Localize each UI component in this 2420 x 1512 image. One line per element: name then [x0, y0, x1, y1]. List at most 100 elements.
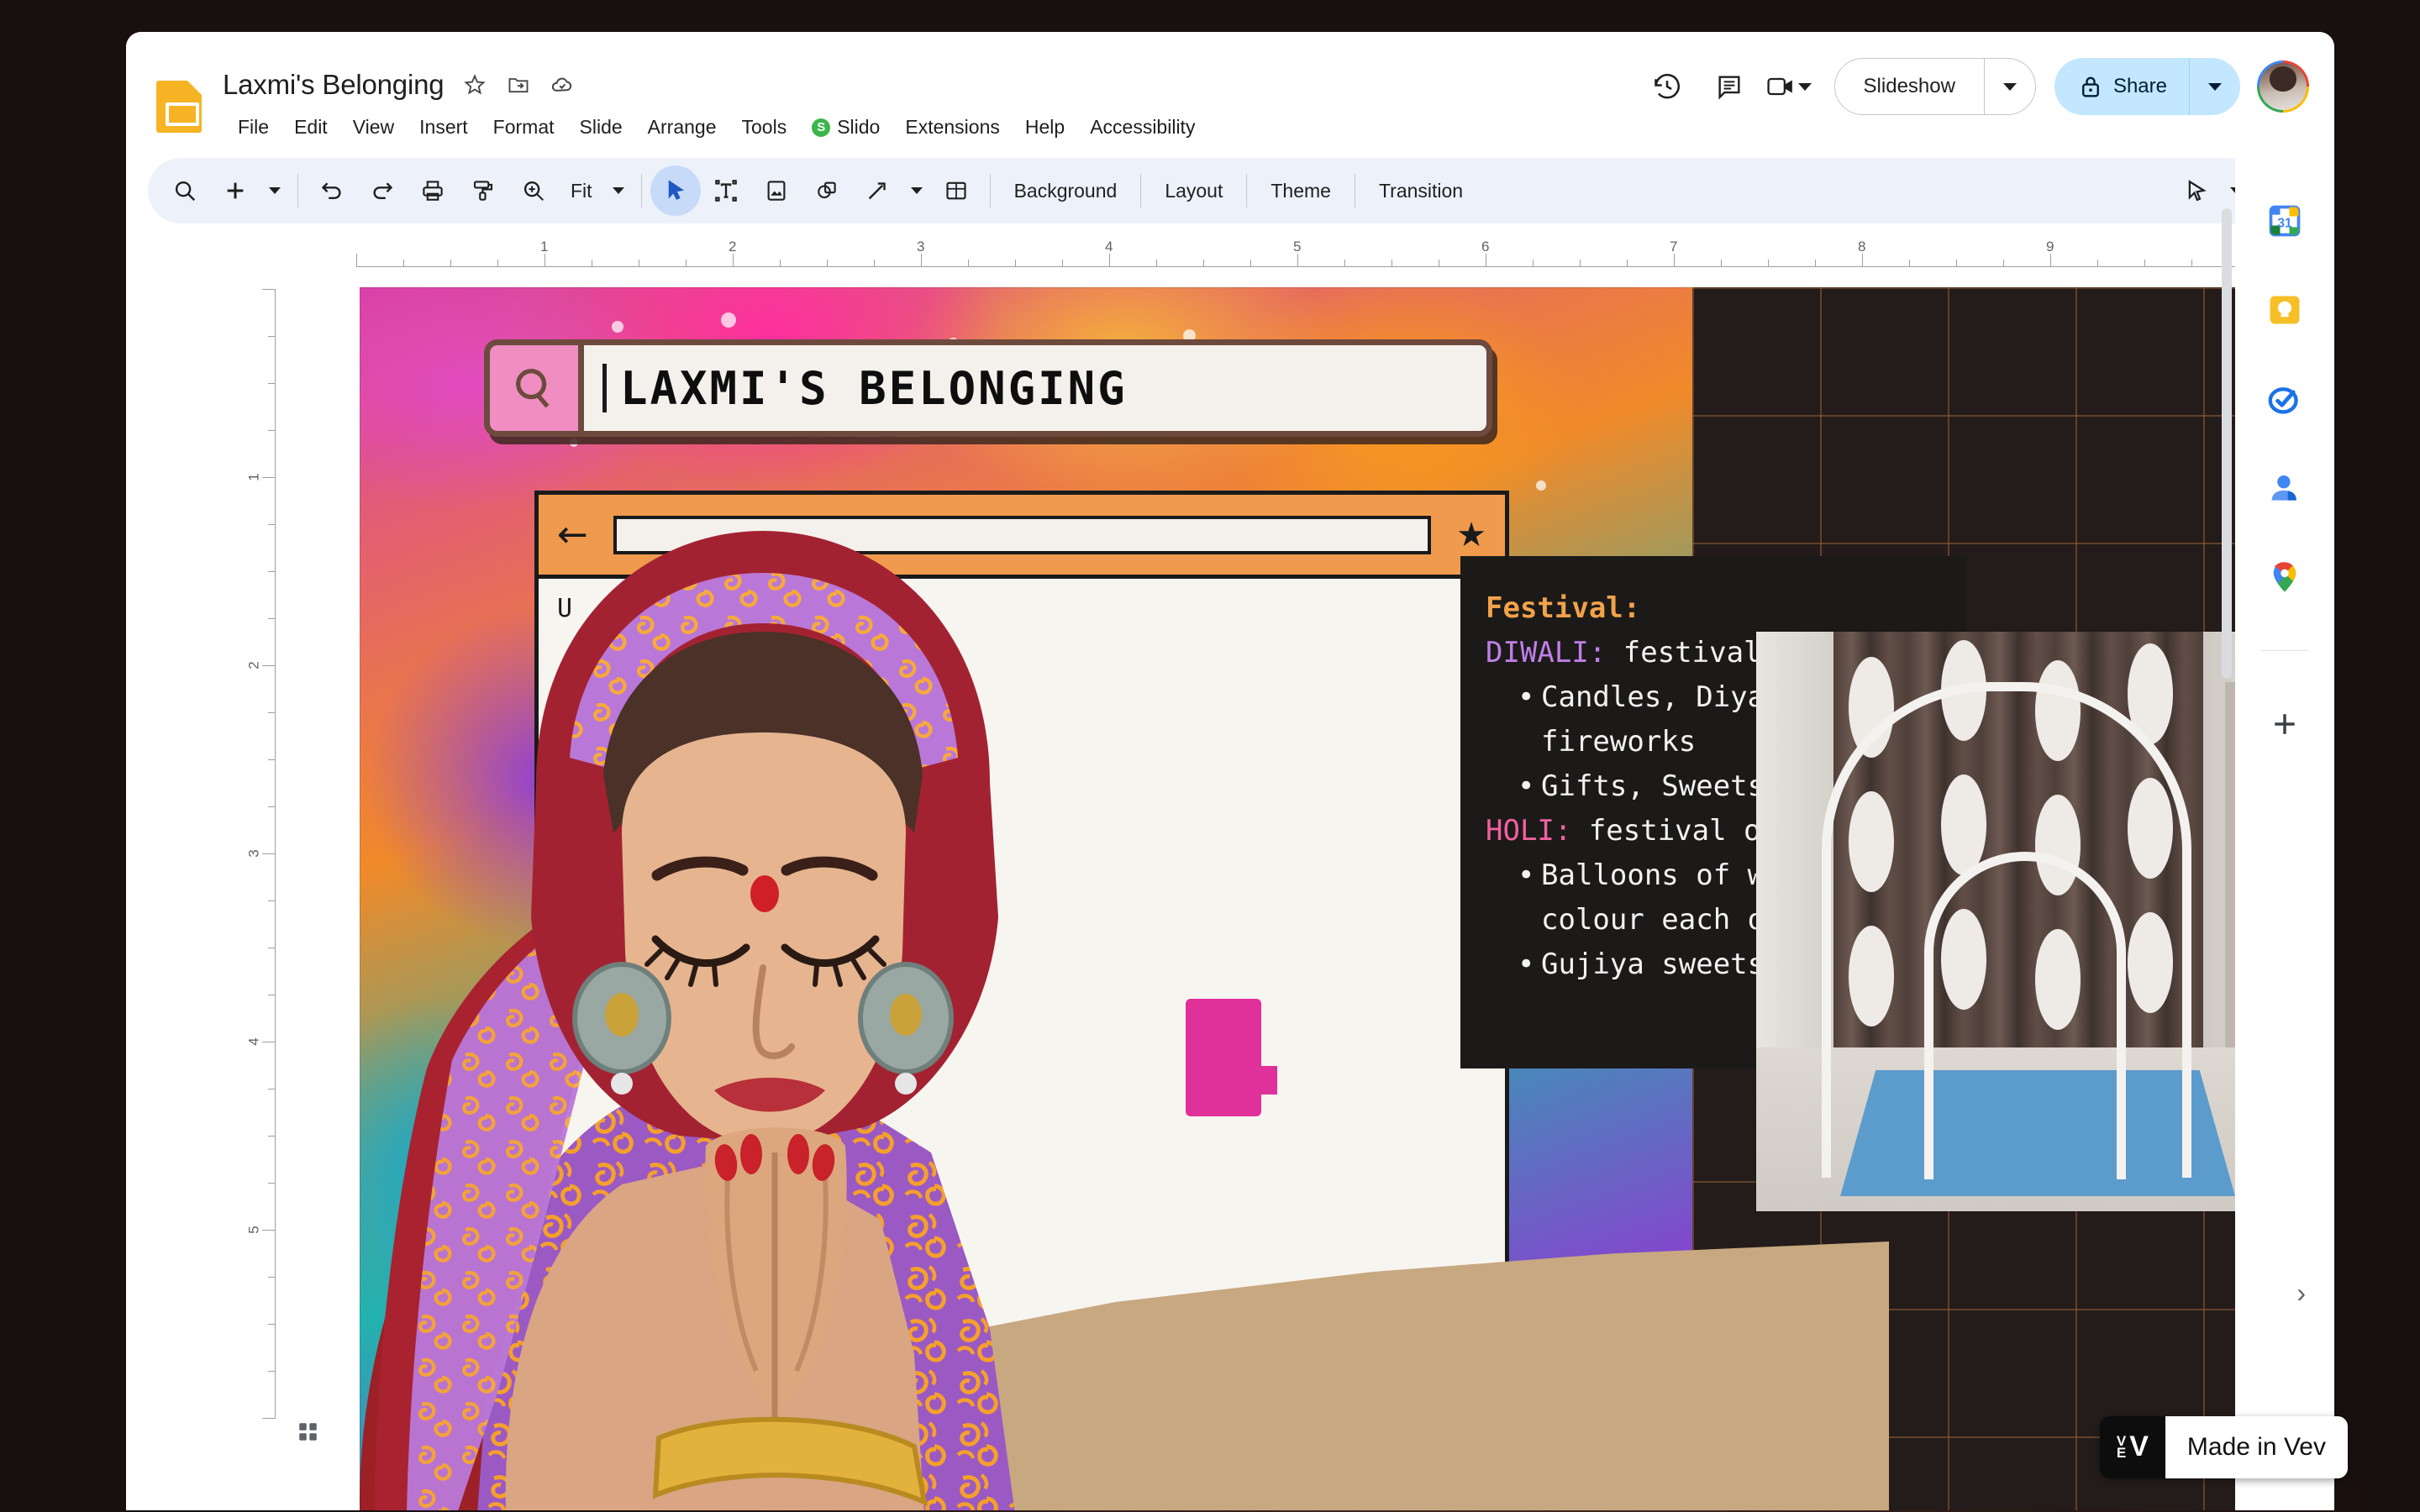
ruler-label: 4: [245, 1037, 262, 1046]
add-apps-icon[interactable]: [2262, 701, 2307, 747]
contacts-icon[interactable]: [2262, 465, 2307, 511]
menu-slido[interactable]: S Slido: [799, 111, 892, 144]
search-icon[interactable]: [160, 165, 210, 216]
diwali-label: DIWALI:: [1486, 636, 1607, 670]
undo-icon[interactable]: [307, 165, 357, 216]
divider: [640, 174, 642, 207]
back-arrow-icon[interactable]: ←: [557, 513, 588, 556]
menu-accessibility[interactable]: Accessibility: [1077, 111, 1207, 144]
menu-slide[interactable]: Slide: [567, 111, 635, 144]
vev-logo-icon: V E V: [2099, 1416, 2165, 1478]
menu-bar: File Edit View Insert Format Slide Arran…: [225, 111, 1207, 144]
slideshow-chevron-down-icon[interactable]: [1985, 59, 2035, 114]
ruler-label: 2: [729, 239, 737, 255]
insert-table-icon[interactable]: [931, 165, 981, 216]
side-panel-rail: 31 ›: [2235, 158, 2334, 1510]
comment-icon[interactable]: [1698, 55, 1760, 118]
tasks-icon[interactable]: [2262, 376, 2307, 422]
share-button-group: Share: [2054, 58, 2240, 115]
mock-url-field[interactable]: [613, 515, 1432, 554]
ruler-label: 6: [1481, 239, 1490, 255]
move-to-folder-icon[interactable]: [506, 72, 531, 97]
share-label: Share: [2112, 75, 2167, 97]
ruler-label: 9: [2046, 239, 2054, 255]
menu-extensions[interactable]: Extensions: [892, 111, 1013, 144]
divider: [2261, 650, 2308, 651]
cloud-saved-icon[interactable]: [550, 72, 575, 97]
layout-button[interactable]: Layout: [1150, 171, 1238, 211]
ruler-tick: [262, 477, 276, 478]
ruler-tick: [2050, 254, 2051, 267]
new-slide-chevron-down-icon[interactable]: [260, 165, 289, 216]
ruler-tick: [262, 1230, 276, 1231]
ruler-tick: [544, 254, 545, 267]
meet-chevron-down-icon[interactable]: [1797, 82, 1812, 91]
paint-roller-icon[interactable]: [458, 165, 508, 216]
menu-edit[interactable]: Edit: [281, 111, 340, 144]
ruler-tick: [356, 254, 357, 267]
zoom-chevron-down-icon[interactable]: [604, 165, 633, 216]
menu-slido-label: Slido: [837, 116, 881, 138]
meet-camera-icon[interactable]: [1760, 55, 1823, 118]
menu-insert[interactable]: Insert: [407, 111, 481, 144]
google-slides-window: Laxmi's Belonging File Edit View Insert …: [126, 32, 2334, 1510]
menu-arrange[interactable]: Arrange: [635, 111, 729, 144]
keep-icon[interactable]: [2262, 287, 2307, 333]
text-box-icon[interactable]: [701, 165, 751, 216]
lock-icon: [2082, 76, 2099, 97]
bookmark-star-icon[interactable]: ★: [1456, 516, 1486, 554]
menu-view[interactable]: View: [340, 111, 407, 144]
line-icon[interactable]: [852, 165, 902, 216]
line-chevron-down-icon[interactable]: [902, 165, 931, 216]
photo-inner-arch-outline: [1924, 852, 2126, 1179]
main-toolbar: Fit Background Layout Theme Transition: [148, 158, 2312, 223]
version-history-icon[interactable]: [1636, 55, 1698, 118]
share-button[interactable]: Share: [2054, 58, 2189, 115]
menu-file[interactable]: File: [225, 111, 281, 144]
calendar-icon[interactable]: 31: [2262, 198, 2307, 244]
svg-text:31: 31: [2277, 216, 2292, 230]
shape-icon[interactable]: [802, 165, 852, 216]
ruler-tick: [262, 289, 276, 290]
background-button[interactable]: Background: [999, 171, 1133, 211]
zoom-level-value[interactable]: Fit: [559, 180, 604, 202]
star-icon[interactable]: [462, 72, 487, 97]
ruler-tick: [733, 254, 734, 267]
vertical-scrollbar[interactable]: [2222, 208, 2232, 679]
share-chevron-down-icon[interactable]: [2190, 58, 2240, 115]
ruler-label: 8: [1858, 239, 1866, 255]
slide-editing-surface[interactable]: ← ★ U s about and food III ❯: [360, 287, 2281, 1510]
insert-image-icon[interactable]: [751, 165, 802, 216]
redo-icon[interactable]: [357, 165, 408, 216]
ruler-label: 2: [245, 661, 262, 669]
menu-format[interactable]: Format: [481, 111, 567, 144]
made-in-vev-badge[interactable]: V E V Made in Vev: [2099, 1416, 2348, 1478]
filmstrip-toggle-icon[interactable]: [291, 1415, 329, 1453]
print-icon[interactable]: [408, 165, 458, 216]
maps-icon[interactable]: [2262, 554, 2307, 600]
ruler-label: 3: [245, 849, 262, 858]
ruler-label: 3: [917, 239, 925, 255]
divider: [297, 174, 298, 207]
menu-tools[interactable]: Tools: [729, 111, 800, 144]
doorway-photo[interactable]: [1756, 632, 2281, 1211]
slide-canvas-area[interactable]: ← ★ U s about and food III ❯: [276, 267, 2334, 1510]
page-title[interactable]: Laxmi's Belonging: [223, 69, 445, 101]
transition-button[interactable]: Transition: [1364, 171, 1478, 211]
expand-panel-chevron-right-icon[interactable]: ›: [2296, 1278, 2306, 1309]
mock-subtext: U: [557, 594, 573, 623]
avatar[interactable]: [2257, 60, 2309, 113]
slideshow-button[interactable]: Slideshow: [1835, 59, 1984, 114]
slide-title-field[interactable]: LAXMI'S BELONGING: [578, 339, 1492, 437]
slide-title-banner[interactable]: LAXMI'S BELONGING: [484, 339, 1492, 437]
app-header: Laxmi's Belonging File Edit View Insert …: [126, 32, 2334, 158]
theme-button[interactable]: Theme: [1255, 171, 1346, 211]
divider: [1246, 174, 1248, 207]
slide-body-copy: s about and food: [816, 774, 970, 879]
zoom-icon[interactable]: [508, 165, 559, 216]
menu-help[interactable]: Help: [1013, 111, 1077, 144]
ruler-label: 1: [245, 473, 262, 481]
new-slide-plus-icon[interactable]: [210, 165, 260, 216]
cursor-arrow-icon[interactable]: [650, 165, 701, 216]
laser-pointer-icon[interactable]: [2171, 165, 2222, 216]
